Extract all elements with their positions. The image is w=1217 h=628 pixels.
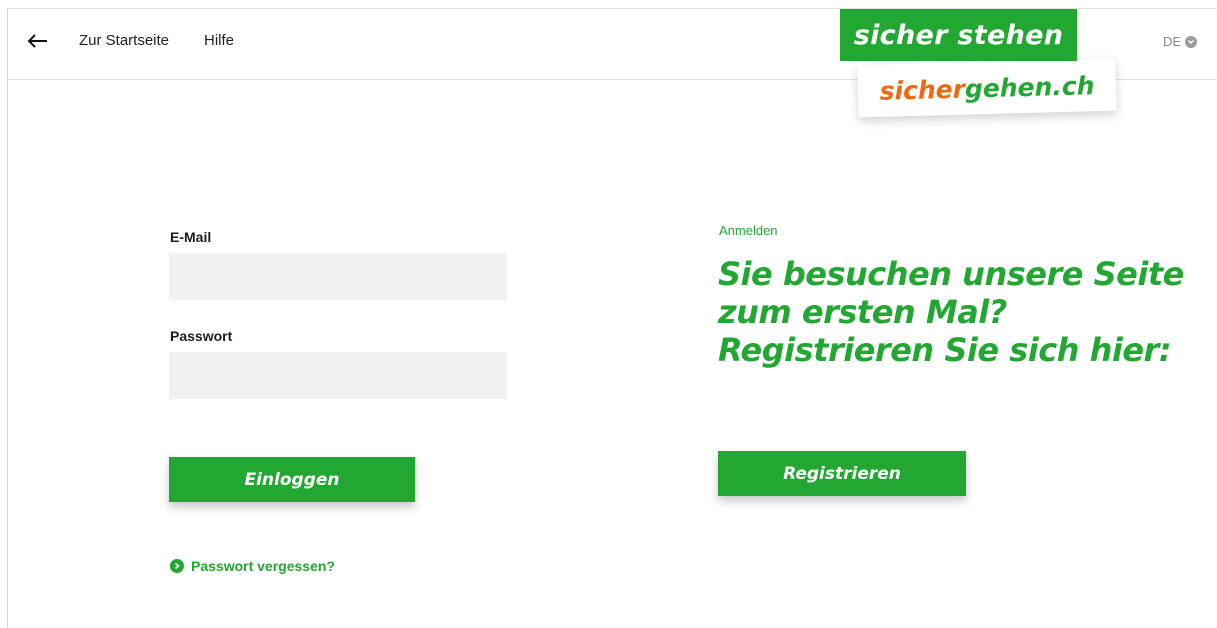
logo-top-text: sicher stehen — [853, 19, 1064, 51]
home-link[interactable]: Zur Startseite — [79, 32, 169, 49]
forgot-password-label: Passwort vergessen? — [191, 558, 335, 574]
language-selector[interactable]: DE — [1163, 34, 1197, 49]
logo-bottom-green-text: gehen.ch — [964, 70, 1095, 104]
chevron-right-circle-icon — [170, 559, 184, 573]
register-kicker: Anmelden — [719, 223, 778, 238]
register-button[interactable]: Registrieren — [718, 451, 966, 496]
forgot-password-link[interactable]: Passwort vergessen? — [170, 558, 335, 574]
password-label: Passwort — [170, 328, 233, 344]
language-code: DE — [1162, 34, 1181, 49]
arrow-left-icon[interactable] — [26, 29, 50, 53]
logo-sichergehen[interactable]: sicher gehen.ch — [857, 58, 1117, 118]
password-field[interactable] — [169, 352, 507, 399]
logo-sicher-stehen[interactable]: sicher stehen — [840, 9, 1077, 61]
logo-bottom-orange-text: sicher — [879, 74, 966, 106]
login-button[interactable]: Einloggen — [169, 457, 415, 502]
help-link[interactable]: Hilfe — [204, 32, 234, 49]
email-field[interactable] — [169, 253, 507, 300]
email-label: E-Mail — [170, 229, 212, 245]
window-left-border — [7, 8, 8, 628]
register-headline: Sie besuchen unsere Seite zum ersten Mal… — [718, 255, 1184, 369]
chevron-down-icon — [1185, 35, 1197, 48]
